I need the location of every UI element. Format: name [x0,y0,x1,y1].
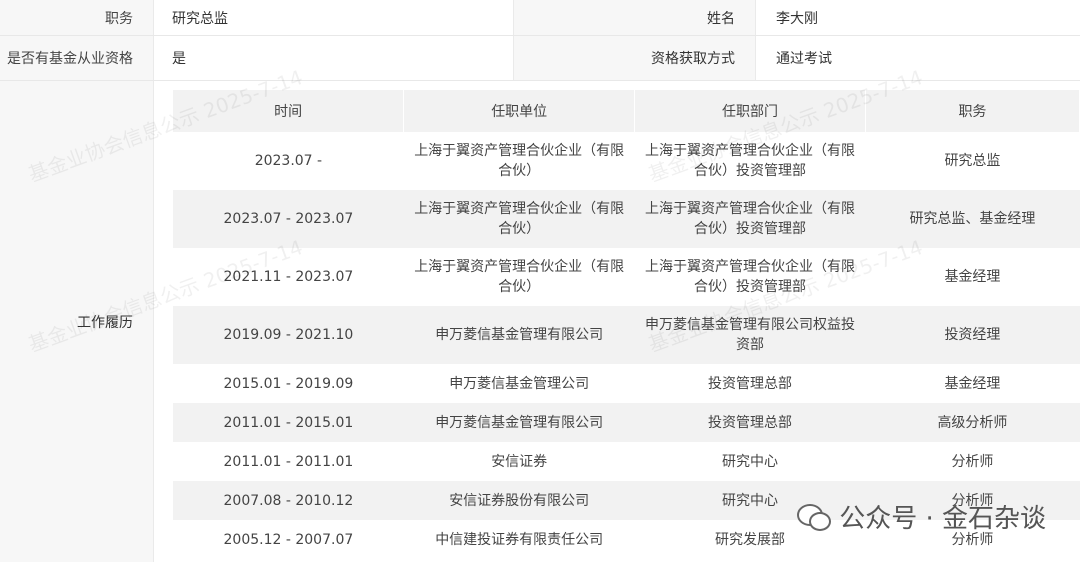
cell-time: 2005.12 - 2007.07 [223,531,354,548]
cell-time: 2007.08 - 2010.12 [173,481,404,520]
cell-time: 2023.07 - [254,153,323,169]
cell-unit: 中信建投证券有限责任公司 [435,531,604,548]
info-row-qualification: 是否有基金从业资格 是 资格获取方式 通过考试 [0,36,1080,81]
table-row: 2015.01 - 2019.09 申万菱信基金管理公司 投资管理总部 基金经理 [173,364,1080,403]
header-unit: 任职单位 [403,90,636,132]
cell-unit: 安信证券 [491,453,548,470]
work-history-body: 时间 任职单位 任职部门 职务 2023.07 - 上海于翼资产管理合伙企业（有… [154,81,1080,562]
value-position: 研究总监 [154,0,514,35]
brand-text: 公众号 · 金石杂谈 [839,504,1046,534]
table-row: 2011.01 - 2015.01 申万菱信基金管理有限公司 投资管理总部 高级… [173,403,1080,442]
cell-unit: 申万菱信基金管理有限公司 [403,306,635,364]
value-name: 李大刚 [776,10,818,27]
cell-title: 研究总监、基金经理 [865,190,1080,248]
cell-title: 分析师 [951,453,994,470]
brand-watermark: 公众号 · 金石杂谈 [797,498,1046,535]
value-qualification-method: 通过考试 [776,51,832,67]
cell-time: 2015.01 - 2019.09 [223,375,354,392]
header-dept: 任职部门 [634,90,866,132]
cell-dept: 投资管理总部 [634,403,866,442]
cell-title: 研究总监 [944,153,1001,169]
cell-title: 高级分析师 [865,403,1080,442]
cell-time: 2019.09 - 2021.10 [173,306,404,364]
cell-time: 2021.11 - 2023.07 [223,269,354,285]
label-position: 职务 [0,0,154,35]
cell-dept: 上海于翼资产管理合伙企业（有限合伙）投资管理部 [644,259,855,295]
cell-dept: 上海于翼资产管理合伙企业（有限合伙）投资管理部 [644,143,855,179]
cell-dept: 上海于翼资产管理合伙企业（有限合伙）投资管理部 [634,190,866,248]
cell-unit: 申万菱信基金管理有限公司 [403,403,635,442]
info-row-title: 职务 研究总监 姓名 李大刚 [0,0,1080,36]
cell-time: 2011.01 - 2011.01 [223,453,354,470]
label-qualification: 是否有基金从业资格 [0,36,154,80]
cell-dept: 投资管理总部 [707,375,792,392]
table-row: 2011.01 - 2011.01 安信证券 研究中心 分析师 [173,442,1080,481]
table-row: 2021.11 - 2023.07 上海于翼资产管理合伙企业（有限合伙） 上海于… [173,248,1080,306]
cell-unit: 申万菱信基金管理公司 [449,375,590,392]
work-history-label: 工作履历 [0,81,154,562]
cell-time: 2023.07 - 2023.07 [173,190,404,248]
cell-title: 基金经理 [944,269,1001,285]
label-name: 姓名 [514,0,756,35]
cell-unit: 安信证券股份有限公司 [403,481,635,520]
cell-dept: 研究中心 [721,453,778,470]
wechat-icon [797,502,832,532]
cell-unit: 上海于翼资产管理合伙企业（有限合伙） [403,190,635,248]
table-row: 2019.09 - 2021.10 申万菱信基金管理有限公司 申万菱信基金管理有… [173,306,1080,364]
table-header-row: 时间 任职单位 任职部门 职务 [173,90,1080,132]
cell-title: 投资经理 [865,306,1080,364]
header-title: 职务 [865,90,1080,132]
work-history-section: 工作履历 时间 任职单位 任职部门 职务 2023.07 - 上海于翼资产管理合… [0,81,1080,562]
info-table: 职务 研究总监 姓名 李大刚 是否有基金从业资格 是 资格获取方式 通过考试 [0,0,1080,81]
value-qualification: 是 [154,36,514,80]
cell-unit: 上海于翼资产管理合伙企业（有限合伙） [414,143,625,179]
cell-time: 2011.01 - 2015.01 [173,403,404,442]
table-row: 2023.07 - 2023.07 上海于翼资产管理合伙企业（有限合伙） 上海于… [173,190,1080,248]
cell-unit: 上海于翼资产管理合伙企业（有限合伙） [414,259,625,295]
label-qualification-method: 资格获取方式 [514,36,756,80]
header-time: 时间 [173,90,405,132]
cell-title: 基金经理 [944,375,1001,392]
table-row: 2023.07 - 上海于翼资产管理合伙企业（有限合伙） 上海于翼资产管理合伙企… [173,132,1080,190]
work-history-table: 时间 任职单位 任职部门 职务 2023.07 - 上海于翼资产管理合伙企业（有… [173,90,1080,559]
cell-dept: 申万菱信基金管理有限公司权益投资部 [634,306,866,364]
